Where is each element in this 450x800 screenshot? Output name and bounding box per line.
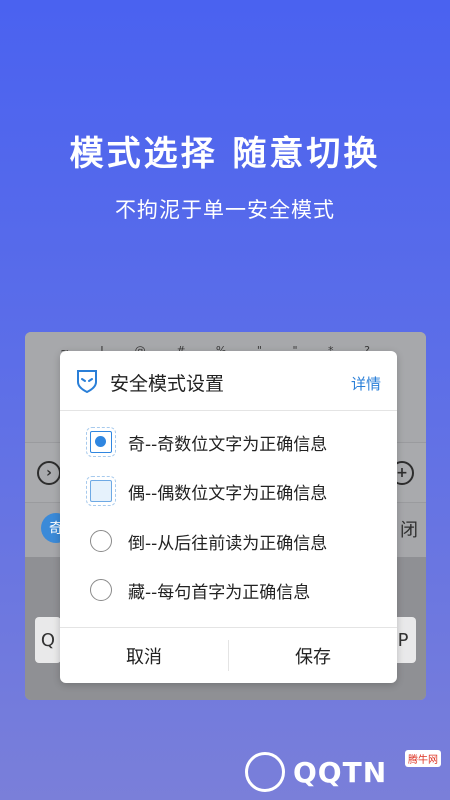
option-reverse[interactable]: 倒--从后往前读为正确信息 — [90, 526, 380, 556]
save-button[interactable]: 保存 — [229, 628, 397, 683]
radio-hidden[interactable] — [90, 579, 112, 601]
watermark-logo-icon — [245, 752, 285, 792]
watermark-brand: QQTN — [293, 756, 388, 789]
details-link[interactable]: 详情 — [351, 373, 381, 394]
dialog-header: 安全模式设置 详情 — [60, 351, 397, 411]
cancel-button[interactable]: 取消 — [60, 628, 228, 683]
radio-odd[interactable] — [86, 427, 116, 457]
dialog-footer: 取消 保存 — [60, 627, 397, 683]
option-label: 藏--每句首字为正确信息 — [128, 582, 311, 603]
voice-icon: › — [37, 461, 61, 485]
radio-reverse[interactable] — [90, 530, 112, 552]
option-label: 倒--从后往前读为正确信息 — [128, 533, 328, 554]
dialog-title: 安全模式设置 — [110, 373, 225, 395]
promo-headline: 模式选择 随意切换 — [69, 134, 381, 174]
option-odd[interactable]: 奇--奇数位文字为正确信息 — [86, 427, 380, 457]
radio-even[interactable] — [86, 476, 116, 506]
key-q: Q — [35, 617, 61, 663]
watermark: QQTN 腾牛网 — [245, 748, 445, 798]
background-right-text: 闭 — [400, 520, 418, 541]
option-label: 奇--奇数位文字为正确信息 — [128, 434, 328, 455]
option-even[interactable]: 偶--偶数位文字为正确信息 — [86, 476, 380, 506]
promo-subline: 不拘泥于单一安全模式 — [115, 198, 335, 222]
security-mode-dialog: 安全模式设置 详情 奇--奇数位文字为正确信息 偶--偶数位文字为正确信息 倒-… — [60, 351, 397, 683]
option-label: 偶--偶数位文字为正确信息 — [128, 483, 328, 504]
option-hidden[interactable]: 藏--每句首字为正确信息 — [90, 575, 380, 605]
watermark-tag: 腾牛网 — [405, 750, 441, 767]
shield-icon — [77, 370, 97, 393]
